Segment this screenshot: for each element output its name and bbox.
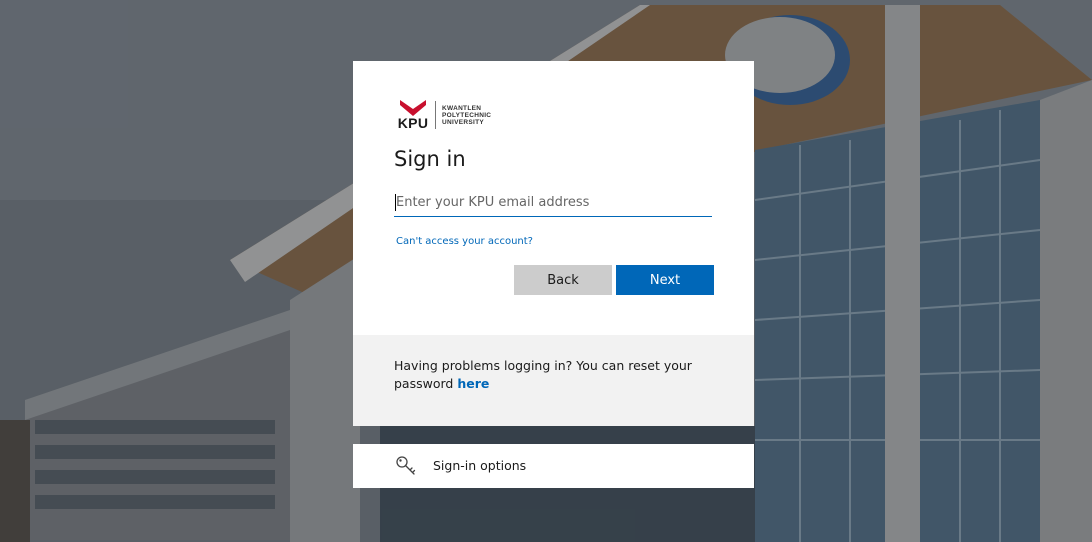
help-section: Having problems logging in? You can rese… — [353, 335, 754, 426]
logo-line-1: KWANTLEN — [442, 104, 482, 112]
email-input[interactable] — [394, 189, 712, 217]
back-button[interactable]: Back — [514, 265, 612, 295]
signin-options-label: Sign-in options — [433, 458, 527, 473]
reset-password-link[interactable]: here — [457, 376, 489, 391]
page-title: Sign in — [394, 147, 466, 171]
help-message: Having problems logging in? You can rese… — [394, 357, 714, 393]
logo-divider — [435, 101, 436, 129]
signin-options-button[interactable]: Sign-in options — [353, 444, 754, 488]
kpu-logo-fullname: KWANTLEN POLYTECHNIC UNIVERSITY — [442, 105, 491, 126]
kpu-bird-icon — [400, 100, 426, 116]
logo-line-2: POLYTECHNIC — [442, 111, 492, 119]
signin-card: KPU KWANTLEN POLYTECHNIC UNIVERSITY Sign… — [353, 61, 754, 426]
kpu-logo-mark: KPU — [396, 100, 430, 130]
help-message-text: Having problems logging in? You can rese… — [394, 358, 692, 391]
text-caret — [395, 194, 396, 211]
cant-access-account-link[interactable]: Can't access your account? — [396, 236, 533, 247]
kpu-logo: KPU KWANTLEN POLYTECHNIC UNIVERSITY — [396, 98, 491, 132]
next-button[interactable]: Next — [616, 265, 714, 295]
key-icon — [396, 456, 416, 475]
signin-card-main: KPU KWANTLEN POLYTECHNIC UNIVERSITY Sign… — [353, 61, 754, 335]
kpu-logo-short: KPU — [397, 115, 429, 131]
logo-line-3: UNIVERSITY — [442, 118, 485, 126]
